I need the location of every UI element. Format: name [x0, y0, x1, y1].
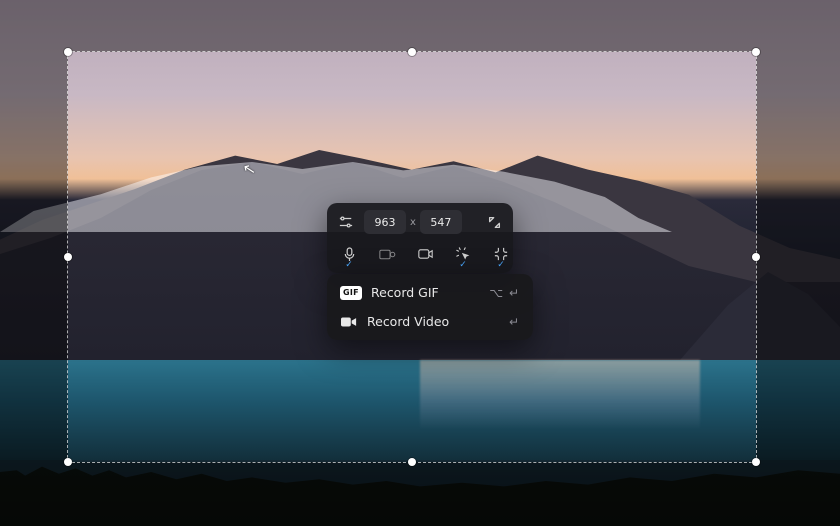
- cursor-click-icon[interactable]: ✓: [446, 240, 480, 268]
- handle-e[interactable]: [752, 253, 760, 261]
- dim-top: [0, 0, 840, 52]
- record-video-label: Record Video: [367, 314, 449, 329]
- fullscreen-expand-icon[interactable]: [480, 208, 508, 236]
- record-gif-label: Record GIF: [371, 285, 439, 300]
- dim-right: [756, 52, 840, 462]
- handle-s[interactable]: [408, 458, 416, 466]
- handle-ne[interactable]: [752, 48, 760, 56]
- cursor-enabled-check-icon: ✓: [459, 261, 467, 270]
- camera-icon[interactable]: [408, 240, 442, 268]
- handle-n[interactable]: [408, 48, 416, 56]
- record-video-action[interactable]: Record Video ↵: [332, 308, 528, 335]
- keys-enabled-check-icon: ✓: [497, 261, 505, 270]
- capture-toolbar: x ✓: [327, 203, 513, 273]
- handle-se[interactable]: [752, 458, 760, 466]
- record-gif-shortcut: ⌥ ↵: [489, 286, 520, 300]
- gif-badge-icon: GIF: [340, 286, 362, 300]
- dim-bottom: [0, 462, 840, 526]
- dimension-separator: x: [410, 217, 416, 228]
- settings-sliders-icon[interactable]: [332, 208, 360, 236]
- height-input[interactable]: [420, 210, 462, 234]
- record-window-icon[interactable]: [370, 240, 404, 268]
- width-input[interactable]: [364, 210, 406, 234]
- handle-nw[interactable]: [64, 48, 72, 56]
- record-gif-action[interactable]: GIF Record GIF ⌥ ↵: [332, 279, 528, 306]
- dim-left: [0, 52, 68, 462]
- keyboard-shortcut-icon[interactable]: ✓: [484, 240, 518, 268]
- handle-sw[interactable]: [64, 458, 72, 466]
- capture-actions-menu: GIF Record GIF ⌥ ↵ Record Video ↵: [327, 274, 533, 340]
- microphone-icon[interactable]: ✓: [332, 240, 366, 268]
- record-video-shortcut: ↵: [509, 315, 520, 329]
- size-inputs: x: [364, 208, 476, 236]
- desktop-wallpaper: ↖ x: [0, 0, 840, 526]
- mic-enabled-check-icon: ✓: [345, 261, 353, 270]
- handle-w[interactable]: [64, 253, 72, 261]
- video-camera-icon: [340, 316, 358, 328]
